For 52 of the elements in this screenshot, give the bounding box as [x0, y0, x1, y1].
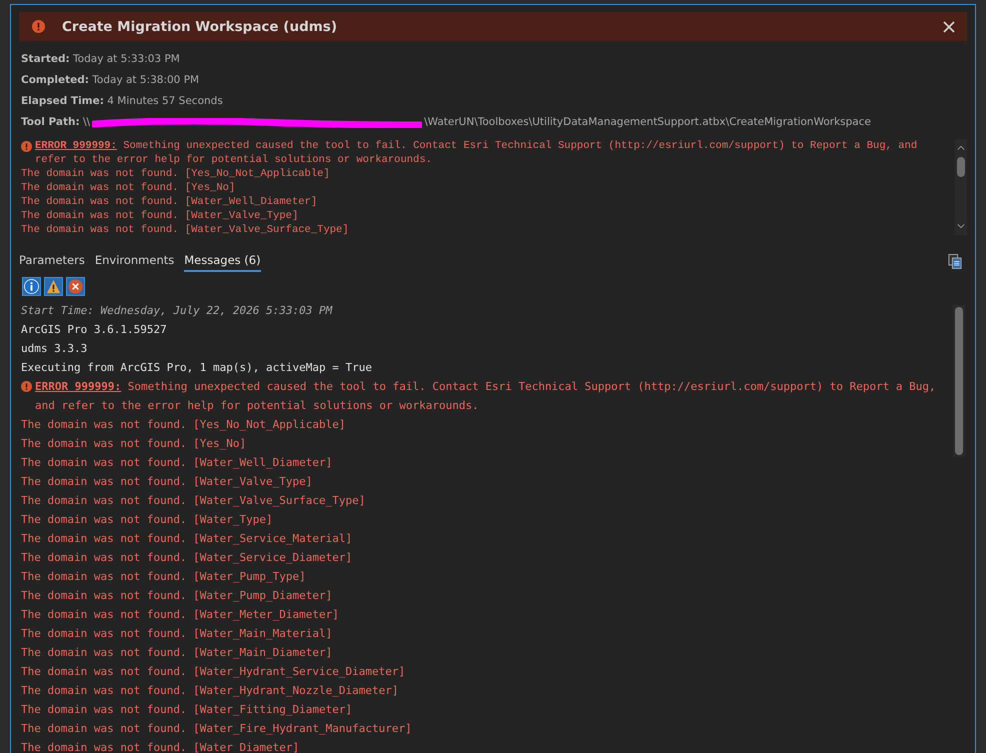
message-line: The domain was not found. [Water_Valve_Surface_Type]	[21, 223, 350, 237]
error-message: ERROR 999999: Something unexpected caused the tool to fail. Contact Esri Technical Support (http://esriurl.com/support) to Report a Bug, and refer to the error help for potential solutions or workarounds.	[35, 379, 937, 414]
message-line: Start Time: Wednesday, July 22, 2026 5:33:03 PM	[21, 303, 334, 319]
message-line: Executing from ArcGIS Pro, 1 map(s), activeMap = True	[21, 360, 373, 376]
chevron-down-icon	[957, 223, 965, 229]
message-line: The domain was not found. [Yes_No]	[21, 181, 236, 195]
close-button[interactable]	[941, 18, 957, 34]
info-text: Elapsed Time: 4 Minutes 57 Seconds	[21, 94, 224, 109]
message-line: The domain was not found. [Water_Meter_Diameter]	[21, 607, 340, 623]
error-icon	[21, 141, 32, 152]
error-code-link[interactable]: ERROR 999999:	[35, 140, 117, 152]
message-line: The domain was not found. [Water_Hydrant_Service_Diameter]	[21, 664, 406, 680]
message-line: The domain was not found. [Yes_No_Not_Applicable]	[21, 167, 331, 181]
message-line: The domain was not found. [Water_Well_Diameter]	[21, 195, 318, 209]
message-line: The domain was not found. [Water_Valve_Type]	[21, 474, 314, 490]
warning-filter-button[interactable]	[44, 277, 63, 296]
message-line: udms 3.3.3	[21, 341, 88, 357]
message-line: The domain was not found. [Water_Main_Diameter]	[21, 645, 334, 661]
info-text: Completed: Today at 5:38:00 PM	[21, 73, 200, 88]
message-line: The domain was not found. [Water_Pump_Diameter]	[21, 588, 334, 604]
error-message: ERROR 999999: Something unexpected caused the tool to fail. Contact Esri Technical Support (http://esriurl.com/support) to Report a Bug, and refer to the error help for potential solutions or workarounds.	[35, 139, 918, 167]
info-filter-button[interactable]	[22, 277, 41, 296]
message-line: The domain was not found. [Water_Fire_Hydrant_Manufacturer]	[21, 721, 413, 737]
tab[interactable]: Parameters	[19, 250, 85, 272]
copy-icon[interactable]	[948, 252, 962, 270]
message-line: The domain was not found. [Water_Hydrant_Nozzle_Diameter]	[21, 683, 400, 699]
scroll-thumb[interactable]	[957, 157, 965, 177]
chevron-up-icon	[957, 145, 965, 151]
message-line: The domain was not found. [Yes_No]	[21, 436, 248, 452]
message-line: The domain was not found. [Yes_No_Not_Applicable]	[21, 417, 347, 433]
error-icon	[32, 20, 45, 33]
scrollbar[interactable]	[955, 139, 967, 235]
message-line: The domain was not found. [Water_Pump_Type]	[21, 569, 307, 585]
message-line: ArcGIS Pro 3.6.1.59527	[21, 322, 168, 338]
error-icon	[21, 381, 32, 392]
message-line: The domain was not found. [Water_Type]	[21, 512, 274, 528]
info-text: Started: Today at 5:33:03 PM	[21, 52, 181, 67]
message-line: The domain was not found. [Water_Service_Material]	[21, 531, 354, 547]
window-title: Create Migration Workspace (udms)	[62, 18, 338, 34]
message-line: The domain was not found. [Water_Valve_Surface_Type]	[21, 493, 366, 509]
message-line: The domain was not found. [Water_Main_Material]	[21, 626, 334, 642]
message-line: The domain was not found. [Water_Well_Diameter]	[21, 455, 334, 471]
message-line: The domain was not found. [Water_Fitting_Diameter]	[21, 702, 354, 718]
tab[interactable]: Environments	[94, 250, 174, 272]
tool-path-text: \WaterUN\Toolboxes\UtilityDataManagementSupport.atbx\CreateMigrationWorkspace	[424, 115, 871, 130]
tab[interactable]: Messages (6)	[184, 250, 261, 272]
message-line: The domain was not found. [Water_Valve_Type]	[21, 209, 300, 223]
close-icon	[943, 20, 955, 32]
tool-path-label: Tool Path: \\	[21, 115, 90, 130]
error-code-link[interactable]: ERROR 999999:	[35, 380, 122, 393]
message-line: The domain was not found. [Water_Service_Diameter]	[21, 550, 354, 566]
error-filter-button[interactable]	[66, 277, 85, 296]
